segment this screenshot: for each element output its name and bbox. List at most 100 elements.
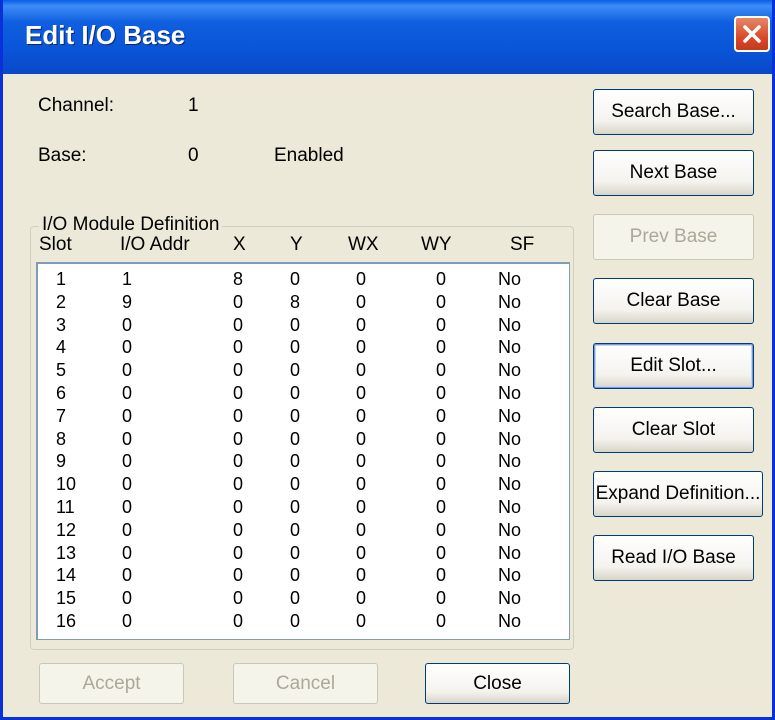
next-base-button[interactable]: Next Base [593, 150, 754, 196]
close-window-button[interactable] [734, 16, 770, 52]
cell-io-addr: 0 [122, 565, 133, 586]
cell-x: 0 [233, 291, 244, 312]
cell-y: 0 [290, 337, 301, 358]
cell-io-addr: 0 [122, 519, 133, 540]
cell-io-addr: 0 [122, 360, 133, 381]
io-module-list[interactable]: 1 1 8 0 0 0 No 2 9 0 8 0 0 No 3 0 0 0 0 0 No 4 0 0 0 0 0 No 5 0 0 0 0 0 No… [36, 262, 570, 640]
cell-wy: 0 [436, 519, 447, 540]
cell-slot: 11 [56, 497, 75, 517]
cell-wy: 0 [436, 611, 447, 631]
table-row[interactable]: 15 0 0 0 0 0 No [38, 587, 569, 610]
cell-sf: No [498, 565, 522, 586]
search-base-button[interactable]: Search Base... [593, 89, 754, 135]
table-row[interactable]: 1 1 8 0 0 0 No [38, 268, 569, 291]
clear-base-button[interactable]: Clear Base [593, 278, 754, 324]
accept-button[interactable]: Accept [39, 663, 184, 704]
cell-x: 0 [233, 428, 244, 449]
cancel-button[interactable]: Cancel [233, 663, 378, 704]
table-row[interactable]: 11 0 0 0 0 0 No [38, 496, 569, 519]
base-value: 0 [188, 145, 199, 166]
cell-wx: 0 [356, 519, 367, 540]
cell-x: 0 [233, 405, 244, 426]
table-row[interactable]: 8 0 0 0 0 0 No [38, 428, 569, 451]
cell-y: 0 [290, 519, 301, 540]
cell-wy: 0 [436, 383, 447, 403]
cell-x: 0 [233, 451, 244, 472]
cell-y: 0 [290, 451, 301, 472]
table-row[interactable]: 2 9 0 8 0 0 No [38, 291, 569, 314]
cell-wx: 0 [356, 497, 367, 517]
base-label: Base: [38, 145, 87, 166]
cell-sf: No [498, 383, 522, 403]
table-row[interactable]: 7 0 0 0 0 0 No [38, 405, 569, 428]
cell-slot: 12 [56, 519, 77, 540]
base-status: Enabled [274, 145, 344, 166]
cell-y: 0 [290, 565, 301, 586]
cell-sf: No [498, 497, 522, 517]
cell-wy: 0 [436, 291, 447, 312]
cell-slot: 1 [56, 269, 67, 289]
cell-wy: 0 [436, 360, 447, 381]
cell-slot: 15 [56, 588, 77, 609]
table-row[interactable]: 4 0 0 0 0 0 No [38, 336, 569, 359]
cell-wy: 0 [436, 314, 447, 335]
table-row[interactable]: 12 0 0 0 0 0 No [38, 519, 569, 542]
cell-wx: 0 [356, 383, 367, 403]
cell-slot: 9 [56, 451, 67, 472]
edit-slot-button[interactable]: Edit Slot... [593, 343, 754, 389]
table-row[interactable]: 3 0 0 0 0 0 No [38, 314, 569, 337]
cell-wy: 0 [436, 337, 447, 358]
cell-wx: 0 [356, 428, 367, 449]
cell-wy: 0 [436, 428, 447, 449]
cell-wy: 0 [436, 588, 447, 609]
table-row[interactable]: 14 0 0 0 0 0 No [38, 564, 569, 587]
cell-y: 0 [290, 474, 301, 495]
cell-io-addr: 1 [122, 269, 133, 289]
cell-wx: 0 [356, 542, 367, 563]
title-bar[interactable]: Edit I/O Base [3, 0, 772, 74]
close-button[interactable]: Close [425, 663, 570, 704]
clear-slot-button[interactable]: Clear Slot [593, 407, 754, 453]
window-title: Edit I/O Base [25, 20, 186, 50]
cell-slot: 13 [56, 542, 77, 563]
cell-wy: 0 [436, 474, 447, 495]
cell-io-addr: 0 [122, 451, 133, 472]
cell-y: 0 [290, 314, 301, 335]
cell-wx: 0 [356, 360, 367, 381]
cell-io-addr: 0 [122, 497, 133, 517]
table-row[interactable]: 5 0 0 0 0 0 No [38, 359, 569, 382]
cell-x: 0 [233, 519, 244, 540]
table-row[interactable]: 13 0 0 0 0 0 No [38, 542, 569, 565]
cell-wx: 0 [356, 269, 367, 289]
cell-wx: 0 [356, 451, 367, 472]
cell-sf: No [498, 588, 522, 609]
edit-io-base-dialog: Edit I/O Base Channel: 1 Base: 0 Enabled… [0, 0, 775, 720]
channel-value: 1 [188, 95, 199, 116]
cell-x: 0 [233, 588, 244, 609]
table-row[interactable]: 9 0 0 0 0 0 No [38, 450, 569, 473]
cell-io-addr: 0 [122, 474, 133, 495]
cell-wy: 0 [436, 565, 447, 586]
expand-definition-button[interactable]: Expand Definition... [593, 471, 763, 517]
cell-y: 0 [290, 269, 301, 289]
table-row[interactable]: 10 0 0 0 0 0 No [38, 473, 569, 496]
cell-sf: No [498, 269, 522, 289]
cell-y: 0 [290, 383, 301, 403]
read-io-base-button[interactable]: Read I/O Base [593, 535, 754, 581]
cell-wx: 0 [356, 588, 367, 609]
column-header-sf: SF [510, 234, 535, 255]
column-header-y: Y [290, 234, 303, 255]
table-row[interactable]: 6 0 0 0 0 0 No [38, 382, 569, 405]
cell-x: 0 [233, 474, 244, 495]
cell-x: 0 [233, 611, 244, 631]
prev-base-button[interactable]: Prev Base [593, 214, 754, 260]
cell-wy: 0 [436, 269, 447, 289]
cell-sf: No [498, 360, 522, 381]
cell-sf: No [498, 314, 522, 335]
cell-x: 0 [233, 314, 244, 335]
cell-x: 0 [233, 542, 244, 563]
cell-slot: 4 [56, 337, 67, 358]
table-row[interactable]: 16 0 0 0 0 0 No [38, 610, 569, 633]
cell-slot: 7 [56, 405, 67, 426]
cell-y: 0 [290, 428, 301, 449]
